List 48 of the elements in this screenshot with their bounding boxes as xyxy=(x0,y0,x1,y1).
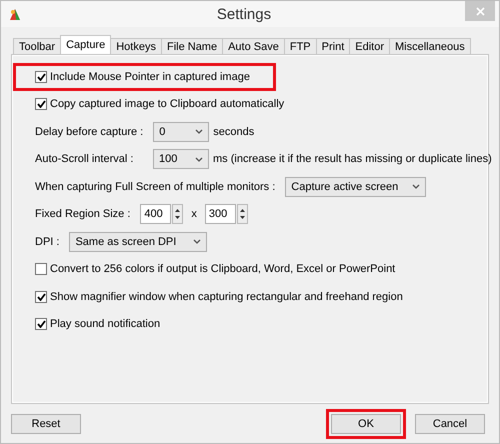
checkbox[interactable] xyxy=(35,263,47,276)
field-label: Delay before capture : xyxy=(35,126,144,138)
dropdown[interactable]: Capture active screen xyxy=(285,176,426,197)
width-field[interactable]: 400 xyxy=(140,204,172,224)
tab[interactable]: File Name xyxy=(160,38,224,54)
checkbox-label: Convert to 256 colors if output is Clipboard, Word, Excel or PowerPoint xyxy=(50,263,396,276)
checkbox-label: Include Mouse Pointer in captured image xyxy=(50,70,250,83)
tab[interactable]: Hotkeys xyxy=(110,38,162,54)
unit-label: ms (increase it if the result has missing or duplicate lines) xyxy=(213,153,492,166)
checkbox[interactable] xyxy=(35,98,47,110)
separator-label: x xyxy=(191,208,197,220)
dialog-button[interactable]: OK xyxy=(331,414,401,434)
close-icon xyxy=(476,6,484,16)
checkbox-label: Play sound notification xyxy=(50,318,160,330)
window-title: Settings xyxy=(216,6,272,22)
unit-label: seconds xyxy=(213,126,254,138)
tab[interactable]: Auto Save xyxy=(222,38,285,54)
checkbox[interactable] xyxy=(35,70,47,83)
checkmark-icon xyxy=(36,292,46,301)
field-label: Fixed Region Size : xyxy=(35,208,130,220)
tab[interactable]: Print xyxy=(316,38,350,54)
tab[interactable]: FTP xyxy=(284,38,317,54)
dropdown[interactable]: 100 xyxy=(153,149,209,170)
checkmark-icon xyxy=(36,72,46,81)
spin-buttons[interactable] xyxy=(236,204,248,224)
checkbox[interactable] xyxy=(35,290,47,303)
chevron-down-icon xyxy=(195,129,204,134)
height-field[interactable]: 300 xyxy=(204,204,236,224)
spin-buttons[interactable] xyxy=(172,204,184,224)
field-label: Auto-Scroll interval : xyxy=(35,153,134,166)
checkbox-label: Copy captured image to Clipboard automatically xyxy=(50,98,284,110)
chevron-down-icon xyxy=(195,156,203,162)
dropdown[interactable]: Same as screen DPI xyxy=(69,232,208,252)
checkbox-label: Show magnifier window when capturing rectangular and freehand region xyxy=(50,290,403,303)
checkmark-icon xyxy=(36,100,46,108)
dialog-button[interactable]: Reset xyxy=(11,414,81,434)
chevron-down-icon xyxy=(412,184,420,190)
field-label: DPI : xyxy=(35,236,60,248)
dropdown[interactable]: 0 xyxy=(153,122,210,142)
checkmark-icon xyxy=(36,320,46,328)
dialog-button[interactable]: Cancel xyxy=(415,414,485,434)
chevron-down-icon xyxy=(193,239,202,244)
tab[interactable]: Capture xyxy=(60,35,112,54)
field-label: When capturing Full Screen of multiple monitors : xyxy=(35,180,276,193)
tab[interactable]: Editor xyxy=(349,38,390,54)
tab[interactable]: Toolbar xyxy=(13,38,62,54)
checkbox[interactable] xyxy=(35,318,47,330)
tab[interactable]: Miscellaneous xyxy=(389,38,471,54)
